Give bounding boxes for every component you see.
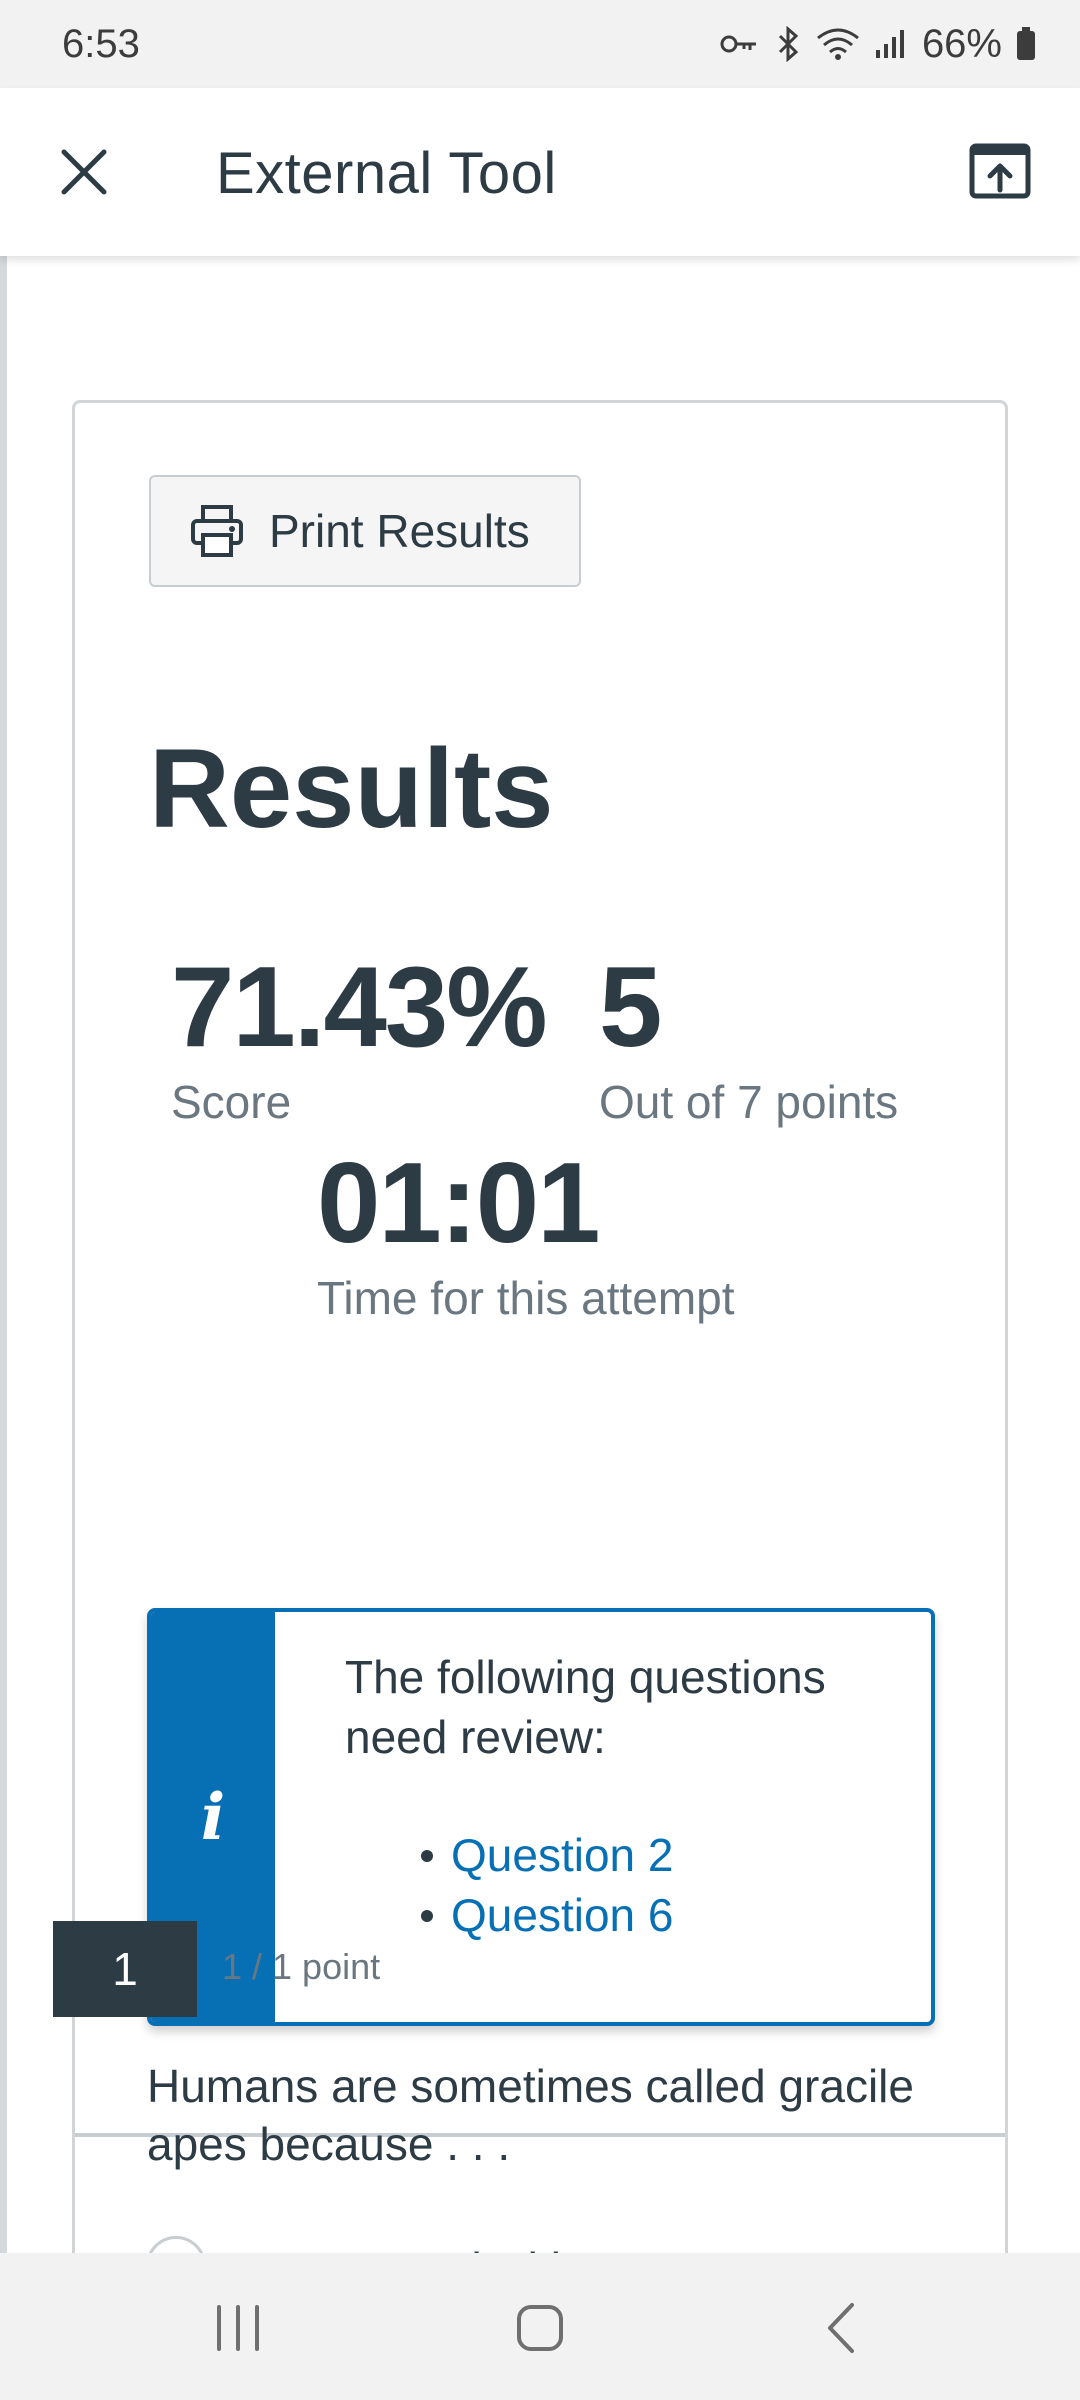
printer-icon — [191, 505, 243, 557]
recents-button[interactable] — [203, 2293, 273, 2363]
points-stat: 5 Out of 7 points — [599, 951, 898, 1128]
question-points: 1 / 1 point — [222, 1946, 381, 1987]
battery-percent: 66% — [921, 21, 1002, 66]
system-nav-bar — [0, 2253, 1080, 2400]
score-caption: Score — [171, 1076, 292, 1128]
app-header: External Tool — [0, 88, 1080, 256]
home-icon — [517, 2305, 563, 2351]
close-icon — [61, 149, 107, 195]
score-stat: 71.43% Score — [171, 944, 548, 1128]
status-icons: 66% — [720, 22, 1036, 67]
wifi-icon — [817, 28, 859, 60]
status-time: 6:53 — [62, 21, 140, 66]
time-caption: Time for this attempt — [317, 1272, 735, 1324]
points-value: 5 — [599, 944, 662, 1071]
recents-icon — [217, 2305, 259, 2351]
list-item: Question 2 — [421, 1826, 673, 1886]
tool-content[interactable]: Print Results Results 71.43% Score 5 Out… — [0, 256, 1080, 2253]
info-icon: i — [200, 1779, 226, 1855]
bluetooth-icon — [778, 26, 799, 62]
alert-message: The following questions need review: — [345, 1651, 826, 1763]
question-number-badge: 1 — [53, 1921, 197, 2017]
points-caption: Out of 7 points — [599, 1076, 899, 1128]
home-button[interactable] — [505, 2293, 575, 2363]
review-question-link-2[interactable]: Question 2 — [451, 1826, 673, 1886]
status-bar: 6:53 66% — [0, 0, 1080, 88]
results-card: Print Results Results 71.43% Score 5 Out… — [72, 400, 1008, 2253]
bullet-icon — [421, 1909, 433, 1922]
review-question-list: Question 2 Question 6 — [421, 1826, 673, 1946]
signal-icon — [875, 30, 904, 58]
results-heading: Results — [149, 726, 554, 851]
bullet-icon — [421, 1849, 433, 1862]
key-icon — [720, 35, 756, 53]
left-edge-divider — [0, 256, 7, 2253]
open-external-button[interactable] — [968, 140, 1032, 204]
battery-icon — [1017, 27, 1035, 60]
time-value: 01:01 — [317, 1140, 601, 1267]
answer-option-text: ... compared with — [226, 2242, 576, 2253]
list-item: Question 6 — [421, 1886, 673, 1946]
back-icon — [828, 2303, 854, 2353]
print-results-label: Print Results — [269, 505, 530, 557]
open-external-icon — [969, 143, 1031, 199]
print-results-button[interactable]: Print Results — [149, 475, 581, 587]
review-question-link-6[interactable]: Question 6 — [451, 1886, 673, 1946]
time-stat: 01:01 Time for this attempt — [317, 1147, 735, 1324]
page-title: External Tool — [216, 141, 557, 206]
question-text: Humans are sometimes called gracile apes… — [147, 2060, 914, 2170]
score-value: 71.43% — [171, 944, 548, 1071]
close-button[interactable] — [50, 138, 118, 206]
back-button[interactable] — [808, 2293, 878, 2363]
